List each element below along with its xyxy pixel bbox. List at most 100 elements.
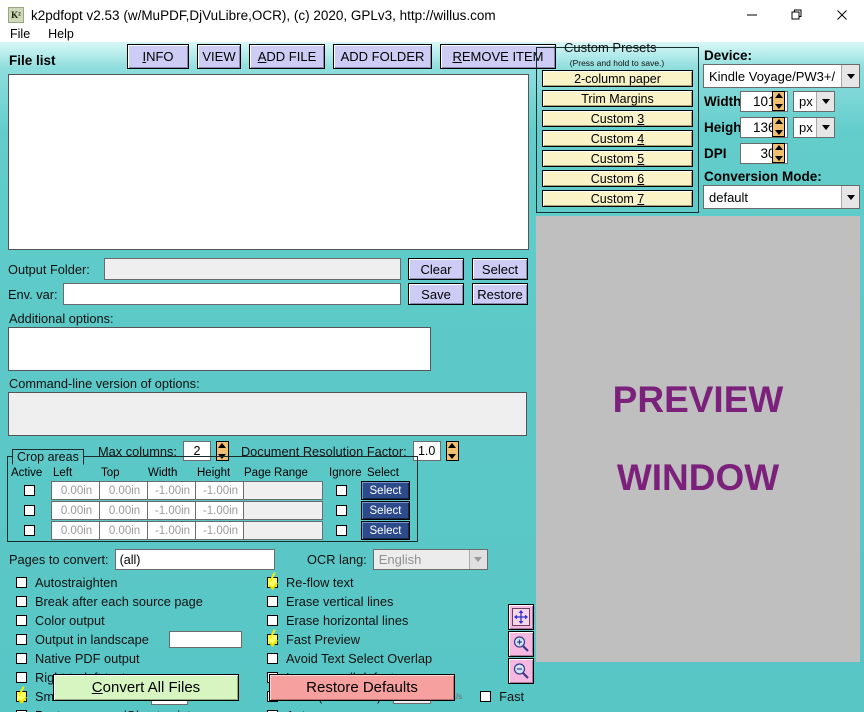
pan-icon[interactable] — [508, 604, 534, 630]
menu-item-help[interactable]: Help — [40, 26, 82, 42]
add-file-button[interactable]: ADD FILE — [249, 44, 325, 69]
option-auto-crop[interactable]: Auto-crop — [267, 708, 524, 712]
restore-button[interactable]: Restore — [472, 283, 528, 305]
preset-button-1[interactable]: 2-column paper — [542, 70, 693, 87]
preset-button-4[interactable]: Custom 4 — [542, 130, 693, 147]
ocr-fast-checkbox[interactable] — [480, 691, 492, 702]
ocr-lang-value: English — [378, 552, 422, 567]
preset-button-5[interactable]: Custom 5 — [542, 150, 693, 167]
erase-horizontal-lines-checkbox[interactable] — [267, 615, 278, 626]
crop-height-input[interactable]: -1.00in — [195, 501, 246, 520]
erase-vertical-lines-checkbox[interactable] — [267, 596, 278, 607]
zoom-in-icon[interactable] — [508, 631, 534, 657]
restore-defaults-button[interactable]: Restore Defaults — [269, 674, 455, 701]
crop-ignore-checkbox[interactable] — [336, 485, 347, 496]
preview-window[interactable]: PREVIEW WINDOW — [536, 216, 860, 662]
select-output-button[interactable]: Select — [472, 258, 528, 280]
preset-button-7[interactable]: Custom 7 — [542, 190, 693, 207]
fast-preview-checkbox[interactable] — [267, 634, 278, 645]
preset-button-6[interactable]: Custom 6 — [542, 170, 693, 187]
output-in-landscape-input[interactable] — [168, 631, 242, 648]
avoid-text-select-overlap-checkbox[interactable] — [267, 653, 278, 664]
crop-height-input[interactable]: -1.00in — [195, 521, 246, 540]
option-color-output[interactable]: Color output — [16, 613, 242, 628]
crop-width-input[interactable]: -1.00in — [147, 521, 198, 540]
option-erase-vertical-lines[interactable]: Erase vertical lines — [267, 594, 524, 609]
file-list-box[interactable] — [8, 74, 529, 250]
right-to-left-text-checkbox[interactable] — [16, 672, 27, 683]
option-output-in-landscape[interactable]: Output in landscape — [16, 631, 242, 648]
crop-select-button[interactable]: Select — [361, 521, 410, 540]
chevron-down-icon — [816, 118, 834, 137]
re-flow-text-checkbox[interactable] — [267, 577, 278, 588]
output-folder-input[interactable] — [104, 258, 401, 280]
crop-page-range-input[interactable] — [243, 481, 323, 500]
crop-select-button[interactable]: Select — [361, 501, 410, 520]
crop-page-range-input[interactable] — [243, 501, 323, 520]
command-line-output — [8, 392, 527, 436]
crop-header-top: Top — [101, 467, 120, 479]
crop-top-input[interactable]: 0.00in — [99, 521, 150, 540]
height-unit-select[interactable]: px — [793, 117, 835, 138]
crop-left-input[interactable]: 0.00in — [51, 481, 102, 500]
option-post-process-ghostscript[interactable]: Post-process w/Ghostscript — [16, 708, 242, 712]
break-after-each-source-page-checkbox[interactable] — [16, 596, 27, 607]
preset-button-3[interactable]: Custom 3 — [542, 110, 693, 127]
crop-height-input[interactable]: -1.00in — [195, 481, 246, 500]
custom-presets-legend: Custom Presets — [564, 40, 657, 55]
document-resolution-factor-stepper[interactable] — [445, 441, 459, 461]
zoom-out-icon[interactable] — [508, 658, 534, 684]
clear-button[interactable]: Clear — [408, 258, 464, 280]
option-native-pdf-output[interactable]: Native PDF output — [16, 651, 242, 666]
info-button[interactable]: INFO — [127, 44, 189, 69]
pages-to-convert-input[interactable]: (all) — [114, 549, 275, 570]
height-stepper[interactable] — [772, 117, 785, 137]
output-in-landscape-checkbox[interactable] — [16, 634, 27, 645]
conversion-mode-select[interactable]: default — [703, 185, 860, 209]
conversion-mode-value: default — [709, 189, 749, 205]
crop-active-checkbox[interactable] — [24, 505, 35, 516]
crop-ignore-checkbox[interactable] — [336, 525, 347, 536]
native-pdf-output-checkbox[interactable] — [16, 653, 27, 664]
save-button[interactable]: Save — [408, 283, 464, 305]
option-break-after-each-source-page[interactable]: Break after each source page — [16, 594, 242, 609]
option-erase-horizontal-lines[interactable]: Erase horizontal lines — [267, 613, 524, 628]
ocr-lang-select[interactable]: English — [372, 549, 488, 570]
dpi-stepper[interactable] — [772, 143, 785, 163]
width-unit-select[interactable]: px — [793, 91, 835, 112]
option-autostraighten[interactable]: Autostraighten — [16, 575, 242, 590]
smart-line-breaks-checkbox[interactable] — [16, 691, 27, 702]
menu-item-file[interactable]: File — [2, 26, 38, 42]
crop-left-input[interactable]: 0.00in — [51, 501, 102, 520]
crop-ignore-checkbox[interactable] — [336, 505, 347, 516]
option-avoid-text-select-overlap[interactable]: Avoid Text Select Overlap — [267, 651, 524, 666]
crop-active-checkbox[interactable] — [24, 525, 35, 536]
view-button[interactable]: VIEW — [197, 44, 241, 69]
crop-top-input[interactable]: 0.00in — [99, 501, 150, 520]
option-fast-preview[interactable]: Fast Preview — [267, 632, 524, 647]
option-label: Break after each source page — [35, 594, 203, 609]
additional-options-input[interactable] — [8, 327, 431, 371]
crop-header-left: Left — [53, 467, 73, 479]
crop-active-checkbox[interactable] — [24, 485, 35, 496]
crop-width-input[interactable]: -1.00in — [147, 481, 198, 500]
additional-options-label: Additional options: — [9, 311, 114, 326]
crop-select-button[interactable]: Select — [361, 481, 410, 500]
add-folder-button[interactable]: ADD FOLDER — [333, 44, 432, 69]
crop-top-input[interactable]: 0.00in — [99, 481, 150, 500]
convert-all-files-button[interactable]: Convert All Files — [53, 674, 239, 701]
main-body: File list INFO VIEW ADD FILE ADD FOLDER … — [0, 40, 864, 712]
output-folder-label: Output Folder: — [8, 261, 90, 277]
option-label: Erase vertical lines — [286, 594, 394, 609]
crop-page-range-input[interactable] — [243, 521, 323, 540]
option-re-flow-text[interactable]: Re-flow text — [267, 575, 524, 590]
env-var-label: Env. var: — [8, 286, 58, 302]
width-stepper[interactable] — [772, 91, 785, 111]
color-output-checkbox[interactable] — [16, 615, 27, 626]
crop-left-input[interactable]: 0.00in — [51, 521, 102, 540]
autostraighten-checkbox[interactable] — [16, 577, 27, 588]
env-var-input[interactable] — [63, 283, 401, 305]
preset-button-2[interactable]: Trim Margins — [542, 90, 693, 107]
device-select[interactable]: Kindle Voyage/PW3+/ — [703, 64, 860, 88]
crop-width-input[interactable]: -1.00in — [147, 501, 198, 520]
